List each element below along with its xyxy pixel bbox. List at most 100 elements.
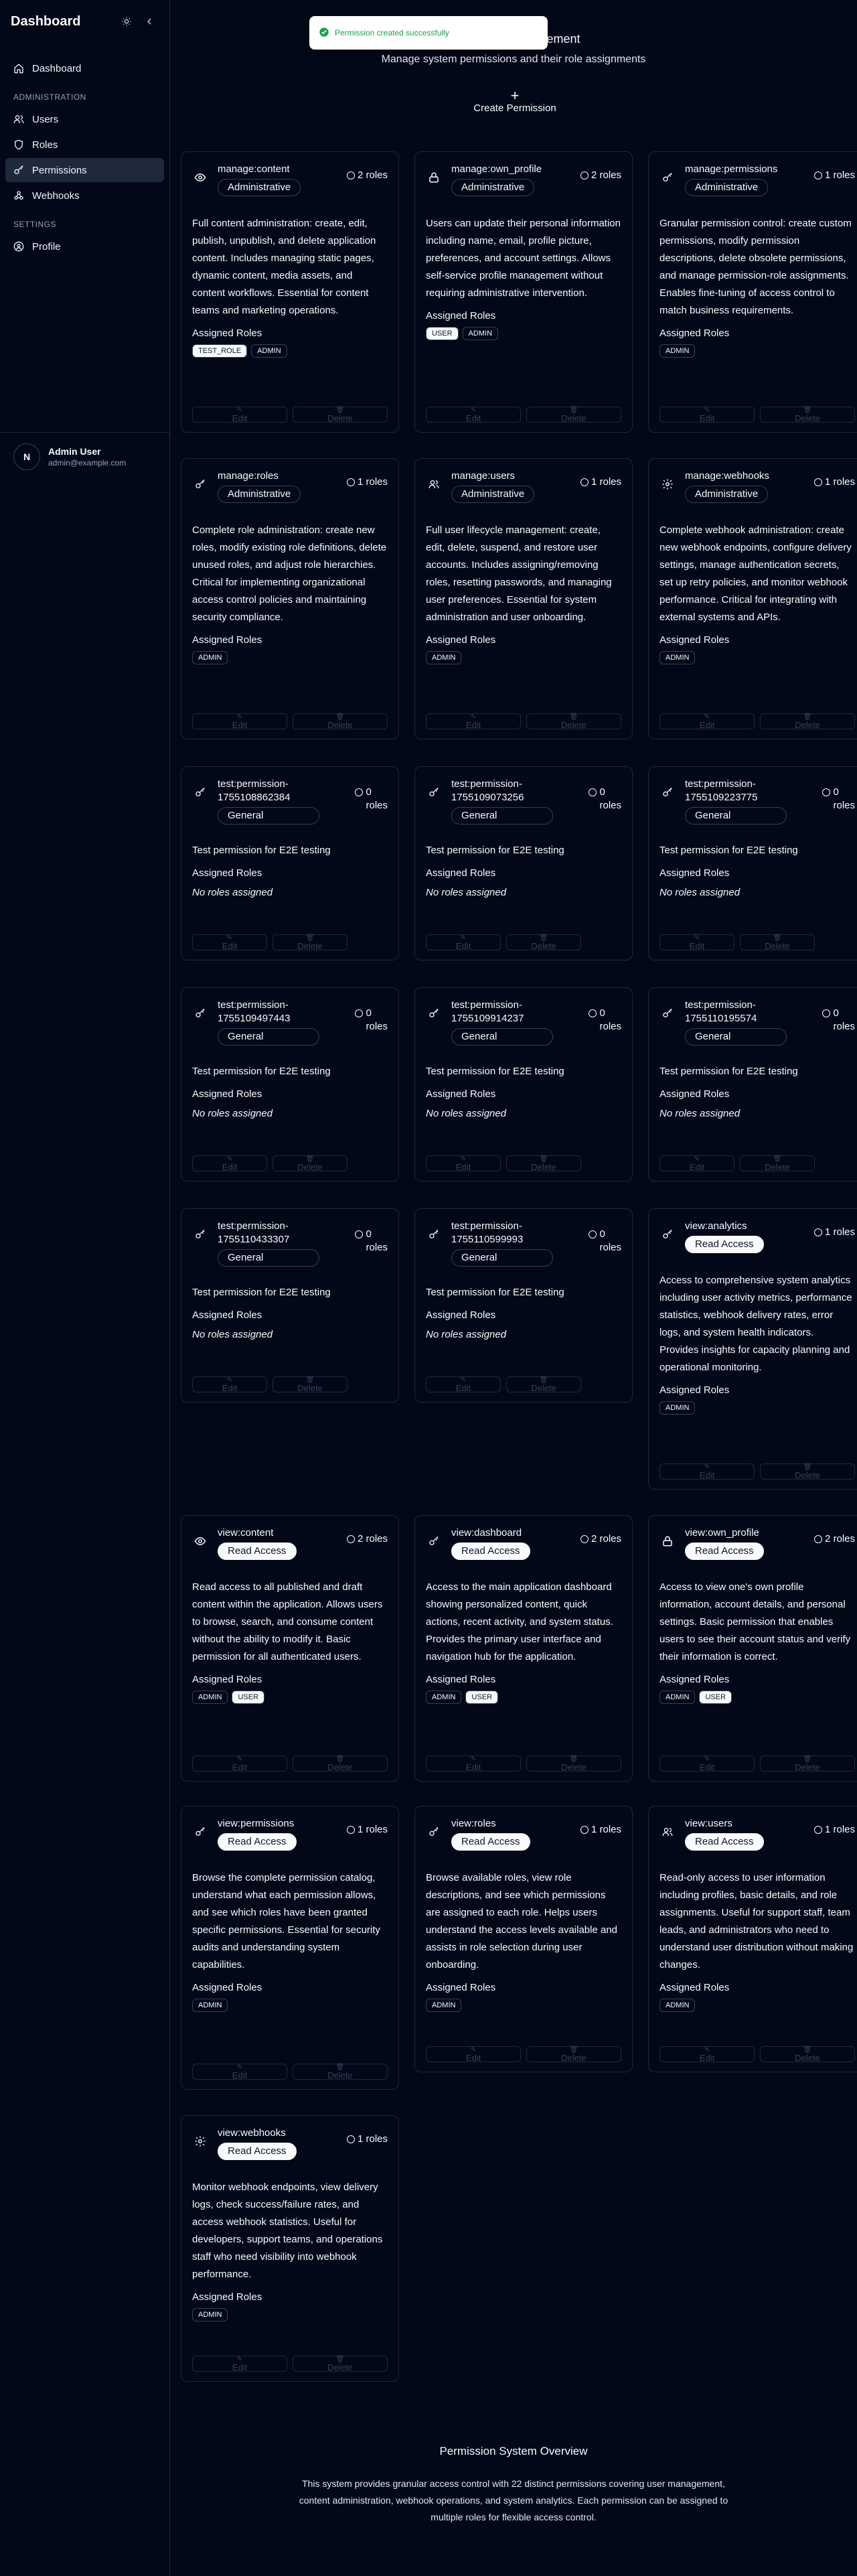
lock-icon — [426, 169, 442, 186]
role-count: 1 roles — [346, 476, 388, 488]
permission-name-group: view:roles Read Access — [451, 1817, 580, 1851]
delete-button[interactable]: 🗑 Delete — [506, 1376, 581, 1392]
edit-button[interactable]: ✎ Edit — [426, 713, 521, 729]
delete-button[interactable]: 🗑 Delete — [272, 1155, 347, 1171]
permission-name: view:dashboard — [451, 1527, 522, 1539]
sidebar-item-dashboard[interactable]: Dashboard — [5, 56, 164, 80]
edit-button[interactable]: ✎ Edit — [659, 1756, 755, 1772]
assigned-roles-heading: Assigned Roles — [426, 310, 496, 321]
delete-button[interactable]: 🗑 Delete — [526, 713, 621, 729]
edit-button[interactable]: ✎ Edit — [659, 1463, 755, 1480]
assigned-roles-heading: Assigned Roles — [659, 328, 730, 339]
edit-button[interactable]: ✎ Edit — [426, 2046, 521, 2062]
edit-button[interactable]: ✎ Edit — [192, 713, 287, 729]
role-count-icon — [355, 1009, 364, 1017]
permission-description: Complete role administration: create new… — [192, 524, 387, 623]
delete-button[interactable]: 🗑 Delete — [272, 934, 347, 950]
sidebar: Dashboard Dashboard ADMINISTRATION Users… — [0, 0, 170, 2576]
create-permission-button[interactable]: + Create Permission — [465, 84, 565, 118]
edit-button[interactable]: ✎ Edit — [426, 1155, 501, 1171]
card-actions: ✎ Edit 🗑 Delete — [426, 2046, 621, 2062]
delete-button[interactable]: 🗑 Delete — [293, 1756, 388, 1772]
toast-message: Permission created successfully — [335, 28, 449, 38]
edit-button[interactable]: ✎ Edit — [192, 2064, 287, 2080]
role-count-icon — [822, 788, 831, 796]
delete-label: Delete — [795, 720, 820, 730]
sidebar-item-permissions[interactable]: Permissions — [5, 158, 164, 182]
assigned-roles-list: ADMIN — [659, 651, 855, 664]
delete-label: Delete — [531, 1383, 556, 1393]
assigned-roles-heading: Assigned Roles — [192, 867, 262, 879]
delete-button[interactable]: 🗑 Delete — [293, 2356, 388, 2372]
edit-label: Edit — [455, 941, 471, 951]
role-count: 1 roles — [346, 2133, 388, 2145]
edit-button[interactable]: ✎ Edit — [426, 1376, 501, 1392]
delete-button[interactable]: 🗑 Delete — [760, 713, 855, 729]
role-count: 2 roles — [346, 169, 388, 181]
delete-button[interactable]: 🗑 Delete — [526, 407, 621, 423]
edit-button[interactable]: ✎ Edit — [659, 713, 755, 729]
card-header: test:permission- 1755109073256 General 0 rol… — [426, 778, 621, 825]
assigned-roles-heading: Assigned Roles — [426, 1982, 496, 1993]
permission-description: Test permission for E2E testing — [426, 845, 564, 856]
edit-button[interactable]: ✎ Edit — [192, 1756, 287, 1772]
card-header: test:permission- 1755109223775 General 0 rol… — [659, 778, 855, 825]
delete-button[interactable]: 🗑 Delete — [293, 713, 388, 729]
edit-button[interactable]: ✎ Edit — [659, 407, 755, 423]
role-chip: ADMIN — [426, 651, 462, 664]
card-header: test:permission- 1755110195574 General 0 rol… — [659, 999, 855, 1046]
sidebar-item-webhooks[interactable]: Webhooks — [5, 184, 164, 208]
permission-name: test:permission- — [218, 999, 289, 1011]
delete-button[interactable]: 🗑 Delete — [506, 934, 581, 950]
edit-button[interactable]: ✎ Edit — [426, 934, 501, 950]
sidebar-item-profile[interactable]: Profile — [5, 234, 164, 259]
edit-button[interactable]: ✎ Edit — [192, 1155, 267, 1171]
assigned-roles-list: ADMIN USER — [426, 1691, 621, 1704]
edit-button[interactable]: ✎ Edit — [426, 1756, 521, 1772]
permission-description: Browse the complete permission catalog, … — [192, 1872, 380, 1971]
edit-label: Edit — [699, 720, 715, 730]
role-count-icon — [346, 1825, 355, 1834]
edit-button[interactable]: ✎ Edit — [659, 2046, 755, 2062]
role-count-icon — [813, 1825, 822, 1834]
assigned-roles-list: ADMIN USER — [659, 1691, 855, 1704]
permission-name: test:permission- — [451, 999, 522, 1011]
key-icon — [192, 784, 208, 800]
delete-button[interactable]: 🗑 Delete — [506, 1155, 581, 1171]
delete-button[interactable]: 🗑 Delete — [760, 1756, 855, 1772]
edit-button[interactable]: ✎ Edit — [659, 1155, 734, 1171]
collapse-sidebar-icon[interactable] — [140, 12, 159, 31]
delete-button[interactable]: 🗑 Delete — [760, 1463, 855, 1480]
card-actions: ✎ Edit 🗑 Delete — [192, 2064, 388, 2080]
delete-button[interactable]: 🗑 Delete — [526, 2046, 621, 2062]
edit-button[interactable]: ✎ Edit — [192, 2356, 287, 2372]
user-menu[interactable]: N Admin User admin@example.com — [0, 432, 169, 480]
theme-toggle-icon[interactable] — [117, 12, 136, 31]
edit-button[interactable]: ✎ Edit — [192, 934, 267, 950]
card-header: test:permission- 1755109914237 General 0 rol… — [426, 999, 621, 1046]
edit-button[interactable]: ✎ Edit — [192, 1376, 267, 1392]
delete-button[interactable]: 🗑 Delete — [740, 934, 815, 950]
no-roles-text: No roles assigned — [192, 1108, 273, 1119]
permission-name: test:permission- — [685, 999, 756, 1011]
card-actions: ✎ Edit 🗑 Delete — [659, 1756, 855, 1772]
delete-button[interactable]: 🗑 Delete — [293, 2064, 388, 2080]
delete-button[interactable]: 🗑 Delete — [760, 2046, 855, 2062]
page-subtitle: Manage system permissions and their role… — [381, 54, 646, 65]
role-count: 2 roles — [346, 1533, 388, 1545]
edit-button[interactable]: ✎ Edit — [192, 407, 287, 423]
delete-button[interactable]: 🗑 Delete — [526, 1756, 621, 1772]
role-chip: ADMIN — [462, 327, 499, 340]
card-actions: ✎ Edit 🗑 Delete — [192, 407, 388, 423]
role-count: 0 roles — [822, 1007, 855, 1033]
delete-button[interactable]: 🗑 Delete — [740, 1155, 815, 1171]
no-roles-text: No roles assigned — [192, 887, 273, 898]
edit-button[interactable]: ✎ Edit — [659, 934, 734, 950]
delete-button[interactable]: 🗑 Delete — [760, 407, 855, 423]
permission-name-group: test:permission- 1755110195574 General — [685, 999, 822, 1046]
delete-button[interactable]: 🗑 Delete — [293, 407, 388, 423]
delete-button[interactable]: 🗑 Delete — [272, 1376, 347, 1392]
sidebar-item-users[interactable]: Users — [5, 107, 164, 131]
edit-button[interactable]: ✎ Edit — [426, 407, 521, 423]
sidebar-item-roles[interactable]: Roles — [5, 133, 164, 157]
